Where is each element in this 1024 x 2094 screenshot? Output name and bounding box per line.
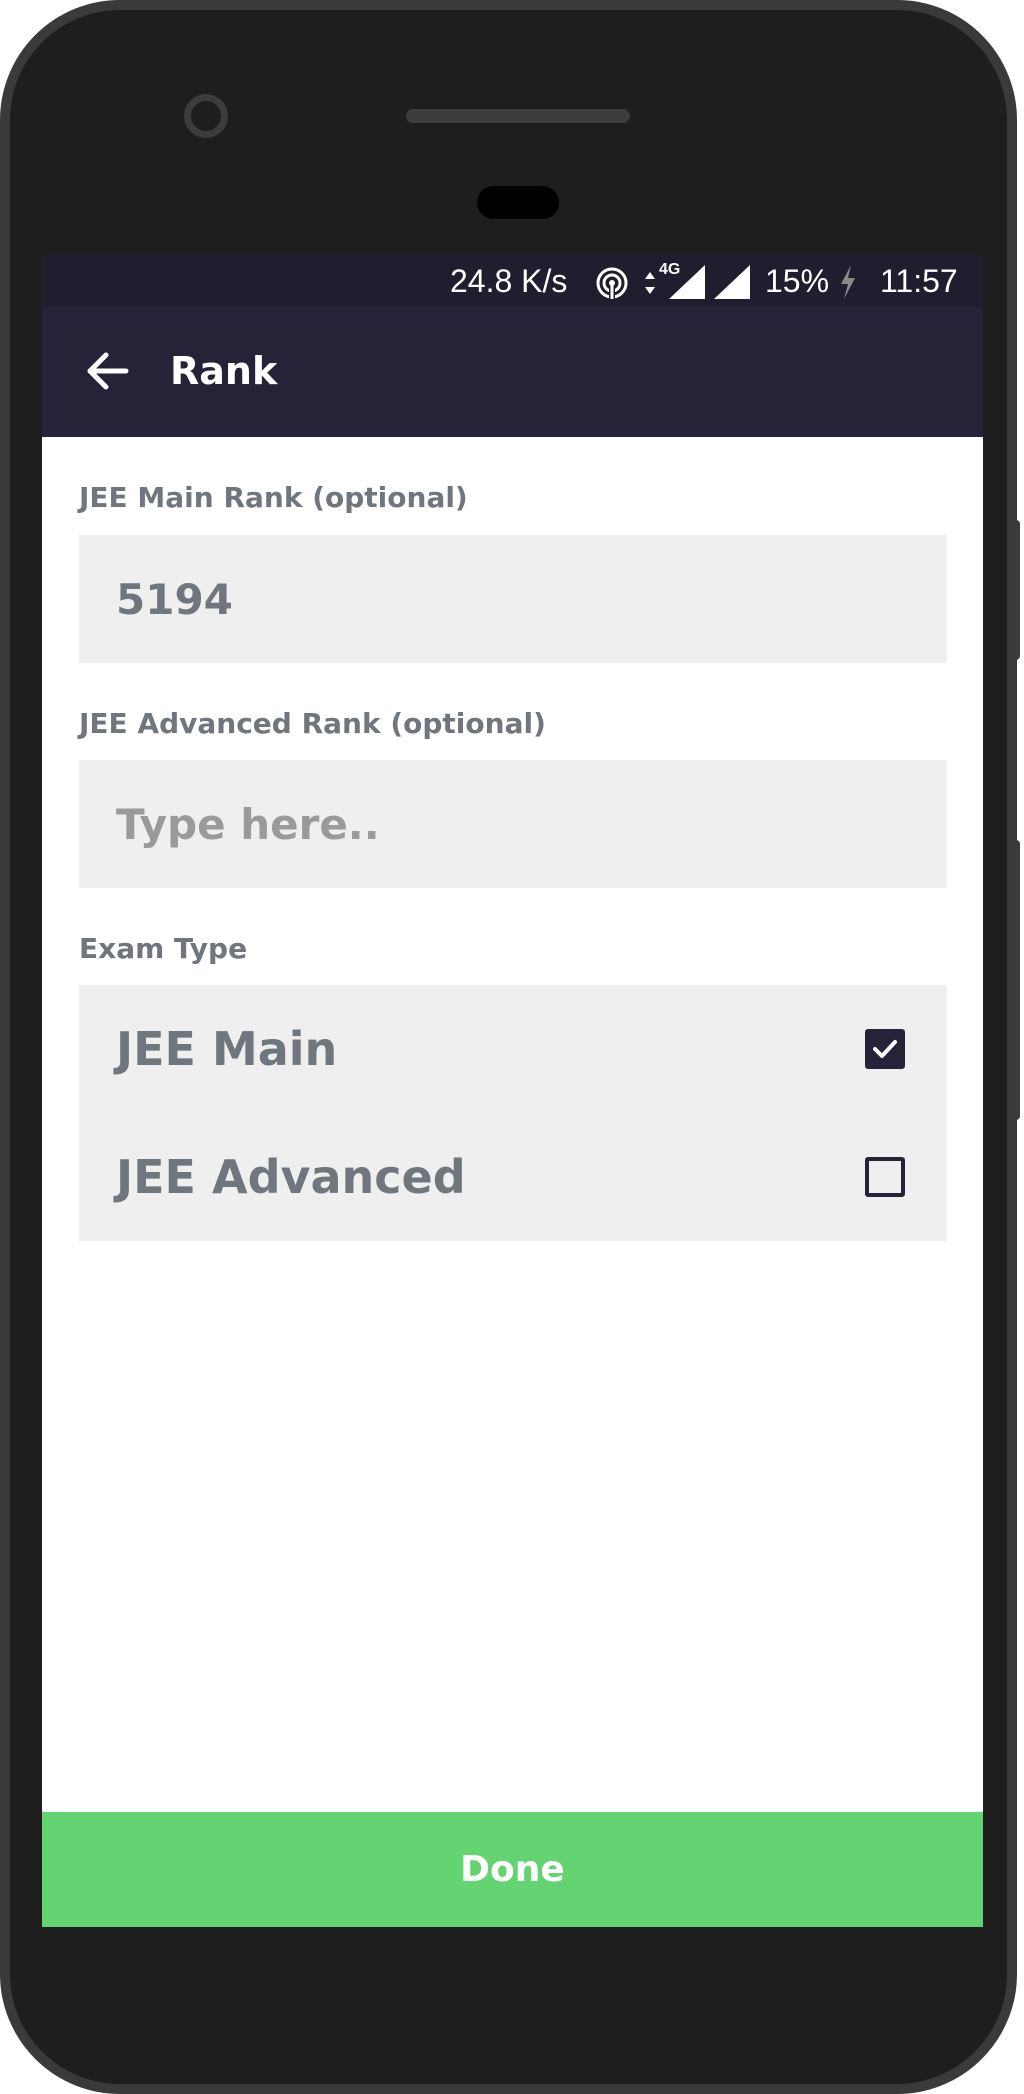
exam-option-jee-advanced[interactable]: JEE Advanced xyxy=(79,1113,947,1241)
back-button[interactable] xyxy=(80,343,136,399)
jee-advanced-checkbox[interactable] xyxy=(865,1157,905,1197)
page-title: Rank xyxy=(170,349,278,393)
clock: 11:57 xyxy=(880,263,958,299)
signal-icon xyxy=(669,265,705,307)
exam-type-options: JEE Main JEE Advanced xyxy=(79,985,947,1241)
exam-type-label: Exam Type xyxy=(79,932,248,965)
exam-option-jee-main[interactable]: JEE Main xyxy=(79,985,947,1113)
volume-button xyxy=(1008,520,1020,660)
exam-option-label: JEE Main xyxy=(116,1022,338,1076)
done-button[interactable]: Done xyxy=(42,1812,983,1927)
app-bar: Rank xyxy=(42,307,983,437)
charging-icon xyxy=(839,265,857,307)
checkmark-icon xyxy=(873,1040,897,1058)
proximity-sensor xyxy=(477,186,559,219)
signal-icon xyxy=(714,265,750,307)
exam-option-label: JEE Advanced xyxy=(116,1150,466,1204)
net-speed: 24.8 K/s xyxy=(450,263,568,299)
advanced-rank-input[interactable]: Type here.. xyxy=(79,760,947,888)
jee-main-checkbox[interactable] xyxy=(865,1029,905,1069)
status-bar: 24.8 K/s 4G 15% 11:57 xyxy=(42,255,983,307)
battery-level: 15% xyxy=(765,263,830,299)
advanced-rank-placeholder: Type here.. xyxy=(116,799,380,849)
main-rank-label: JEE Main Rank (optional) xyxy=(79,481,468,514)
earpiece-speaker xyxy=(406,109,630,123)
data-arrows-icon xyxy=(643,267,657,304)
hotspot-icon xyxy=(594,265,630,309)
front-camera xyxy=(184,94,228,138)
power-button xyxy=(1008,840,1020,1120)
main-rank-value: 5194 xyxy=(116,574,233,624)
arrow-left-icon xyxy=(87,352,129,390)
advanced-rank-label: JEE Advanced Rank (optional) xyxy=(79,707,546,740)
app-screen: 24.8 K/s 4G 15% 11:57 Rank JEE Main Rank… xyxy=(42,255,983,1927)
main-rank-input[interactable]: 5194 xyxy=(79,535,947,663)
